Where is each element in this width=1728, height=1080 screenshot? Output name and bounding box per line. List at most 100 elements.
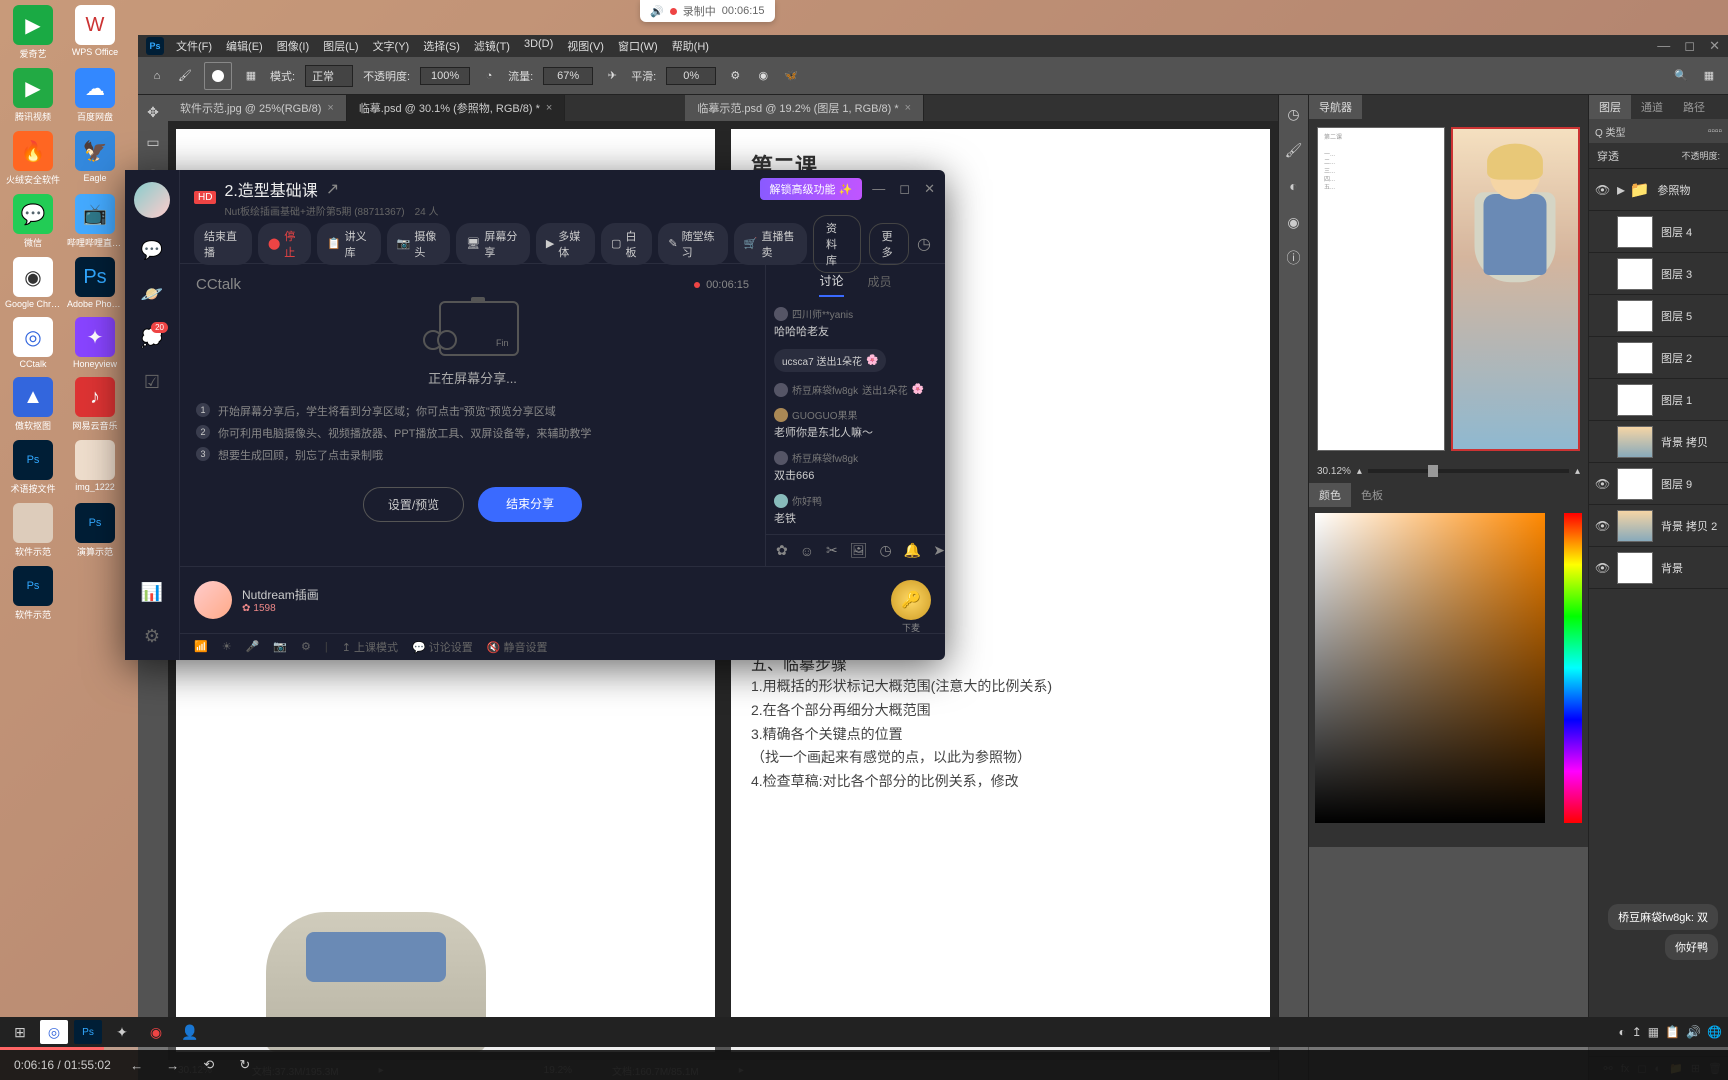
search-icon[interactable]: 🔍 <box>1672 67 1690 85</box>
tray-icon[interactable]: 🔊 <box>1686 1025 1701 1039</box>
color-panel[interactable] <box>1309 507 1588 847</box>
swatches-tab[interactable]: 色板 <box>1351 483 1393 507</box>
emoji-icon[interactable]: ☺ <box>800 543 814 559</box>
opacity-input[interactable]: 100% <box>420 67 470 85</box>
camera-button[interactable]: 📷摄像头 <box>387 223 451 265</box>
blend-mode-select[interactable]: 穿透 <box>1597 148 1619 164</box>
end-live-button[interactable]: 结束直播 <box>194 223 252 265</box>
layers-tab[interactable]: 图层 <box>1589 95 1631 119</box>
ps-menu-item[interactable]: 编辑(E) <box>226 38 263 54</box>
scissors-icon[interactable]: ✂ <box>826 542 838 559</box>
wifi-icon[interactable]: 📶 <box>194 640 208 653</box>
clock-icon[interactable]: ◷ <box>917 234 931 254</box>
image-icon[interactable]: 🖼 <box>850 542 868 559</box>
info-icon[interactable]: ⓘ <box>1283 247 1305 269</box>
stop-button[interactable]: ⬤停止 <box>258 223 311 265</box>
ps-titlebar[interactable]: Ps 文件(F) 编辑(E) 图像(I) 图层(L) 文字(Y) 选择(S) 滤… <box>138 35 1728 57</box>
loop-icon[interactable]: ↻ <box>235 1055 255 1075</box>
layer-item[interactable]: 图层 1 <box>1589 379 1728 421</box>
send-icon[interactable]: ➤ <box>933 542 945 559</box>
close-icon[interactable]: ✕ <box>924 181 935 197</box>
more-button[interactable]: 更多 <box>869 223 909 265</box>
close-icon[interactable]: ✕ <box>1709 38 1720 54</box>
layer-item[interactable]: 👁背景 <box>1589 547 1728 589</box>
live-sell-button[interactable]: 🛒直播售卖 <box>734 223 807 265</box>
close-icon[interactable]: × <box>905 102 911 114</box>
brush-preview[interactable] <box>204 62 232 90</box>
visibility-icon[interactable]: 👁 <box>1595 477 1609 491</box>
chat-icon[interactable]: 💭20 <box>140 326 164 350</box>
discuss-tab[interactable]: 讨论 <box>819 266 843 297</box>
ps-menu-item[interactable]: 文字(Y) <box>373 38 410 54</box>
tray-icon[interactable]: ◐ <box>1618 1025 1625 1039</box>
desktop-icon[interactable]: Ps软件示范 <box>8 566 58 621</box>
taskbar-app[interactable]: ✦ <box>108 1020 136 1044</box>
desktop-icon[interactable]: ◎CCtalk <box>8 317 58 369</box>
desktop-icon[interactable]: 💬微信 <box>8 194 58 249</box>
start-button[interactable]: ⊞ <box>6 1020 34 1044</box>
ps-menu-item[interactable]: 图像(I) <box>277 38 309 54</box>
desktop-icon[interactable]: 软件示范 <box>8 503 58 558</box>
history-icon[interactable]: ◷ <box>1283 103 1305 125</box>
maximize-icon[interactable]: ◻ <box>899 181 910 197</box>
ps-tab[interactable]: 软件示范.jpg @ 25%(RGB/8)× <box>168 95 347 121</box>
blend-mode-select[interactable]: 正常 <box>305 65 353 87</box>
media-button[interactable]: ▶多媒体 <box>536 223 595 265</box>
desktop-icon[interactable]: 🦅Eagle <box>70 131 120 186</box>
layer-item[interactable]: 👁背景 拷贝 2 <box>1589 505 1728 547</box>
flower-icon[interactable]: ✿ <box>776 542 788 559</box>
tray-icon[interactable]: 🌐 <box>1707 1025 1722 1039</box>
brush-settings-icon[interactable]: ▦ <box>242 67 260 85</box>
ps-menu-item[interactable]: 文件(F) <box>176 38 212 54</box>
layer-item[interactable]: 图层 3 <box>1589 253 1728 295</box>
zoom-percent[interactable]: 30.12% <box>1317 466 1351 477</box>
members-tab[interactable]: 成员 <box>868 267 892 296</box>
channels-tab[interactable]: 通道 <box>1631 95 1673 119</box>
mic-button[interactable]: 🔑 下麦 <box>891 580 931 620</box>
end-share-button[interactable]: 结束分享 <box>478 487 582 522</box>
maximize-icon[interactable]: ◻ <box>1684 38 1695 54</box>
ps-menu-item[interactable]: 滤镜(T) <box>474 38 510 54</box>
clock-icon[interactable]: ◷ <box>880 542 892 559</box>
minimize-icon[interactable]: — <box>872 181 885 197</box>
hue-slider[interactable] <box>1564 513 1582 823</box>
navigator-tab[interactable]: 导航器 <box>1309 95 1362 119</box>
desktop-icon[interactable]: ☁百度网盘 <box>70 68 120 123</box>
desktop-icon[interactable]: ▲傲软抠图 <box>8 377 58 432</box>
bell-icon[interactable]: 🔔 <box>904 542 921 559</box>
discuss-setting[interactable]: 💬 讨论设置 <box>412 639 473 655</box>
layer-item[interactable]: 背景 拷贝 <box>1589 421 1728 463</box>
desktop-icon[interactable]: ▶腾讯视频 <box>8 68 58 123</box>
taskbar-app[interactable]: 👤 <box>176 1020 204 1044</box>
smooth-input[interactable]: 0% <box>666 67 716 85</box>
desktop-icon[interactable]: 📺哔哩哔哩直播姬 <box>70 194 120 249</box>
pressure-opacity-icon[interactable]: ◔ <box>480 67 498 85</box>
color-field[interactable] <box>1315 513 1545 823</box>
close-icon[interactable]: × <box>546 102 552 114</box>
desktop-icon[interactable]: Ps术语按文件 <box>8 440 58 495</box>
screen-share-button[interactable]: 🖥屏幕分享 <box>456 223 529 265</box>
gear-icon[interactable]: ⚙ <box>140 624 164 648</box>
ps-menu-item[interactable]: 3D(D) <box>524 38 553 54</box>
teacher-avatar[interactable] <box>194 581 232 619</box>
layer-item[interactable]: 图层 5 <box>1589 295 1728 337</box>
external-link-icon[interactable]: ↗ <box>326 179 339 199</box>
mute-setting[interactable]: 🔇 静音设置 <box>487 639 548 655</box>
move-tool-icon[interactable]: ✥ <box>142 101 164 123</box>
home-icon[interactable]: ⌂ <box>148 67 166 85</box>
unlock-premium-button[interactable]: 解锁高级功能 ✨ <box>760 178 863 200</box>
desktop-icon[interactable]: 🔥火绒安全软件 <box>8 131 58 186</box>
taskbar-app[interactable]: ◉ <box>142 1020 170 1044</box>
recording-indicator[interactable]: 🔊 录制中00:06:15 <box>640 0 775 22</box>
practice-button[interactable]: ✎随堂练习 <box>658 223 727 265</box>
tray-icon[interactable]: ↥ <box>1632 1025 1642 1039</box>
chat-messages[interactable]: 四川师**yanis哈哈哈老友 ucsca7 送出1朵花🌸 桥豆麻袋fw8gk … <box>766 298 945 534</box>
color-tab[interactable]: 颜色 <box>1309 483 1351 507</box>
brushes-icon[interactable]: 🖌 <box>1283 139 1305 161</box>
paths-tab[interactable]: 路径 <box>1673 95 1715 119</box>
preview-button[interactable]: 设置/预览 <box>363 487 464 522</box>
upload-mode[interactable]: ↥ 上课模式 <box>342 639 398 655</box>
layer-folder[interactable]: 👁▸ 📁参照物 <box>1589 169 1728 211</box>
symmetry-icon[interactable]: 🦋 <box>782 67 800 85</box>
desktop-icon[interactable]: PsAdobe Photoshop <box>70 257 120 309</box>
